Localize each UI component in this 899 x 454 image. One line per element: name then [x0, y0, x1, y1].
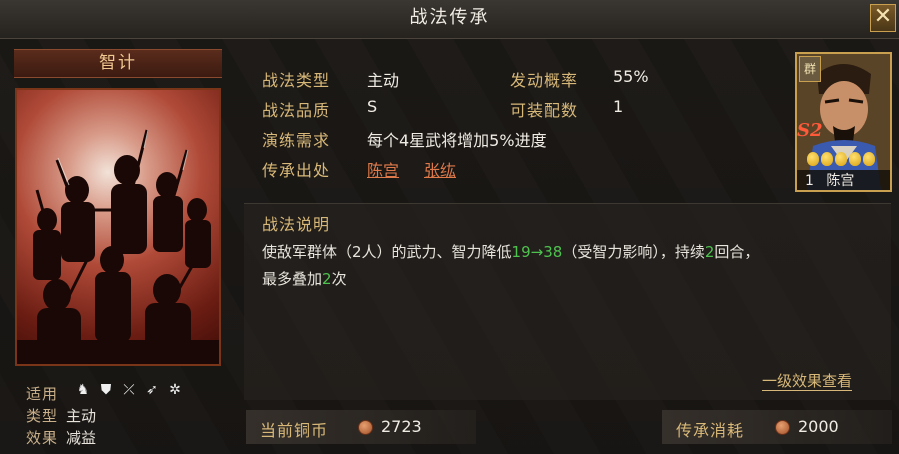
effect-label: 效果: [26, 429, 59, 447]
wheel-icon: ✲: [169, 382, 181, 398]
star-icon: [863, 152, 875, 166]
description-text: 使敌军群体（2人）的武力、智力降低: [262, 243, 512, 261]
effect-value: 减益: [66, 429, 97, 447]
star-icon: [835, 152, 847, 166]
hero-nameplate: 1 陈宫: [797, 170, 890, 190]
skill-name: 智计: [14, 49, 222, 78]
type-label: 类型: [26, 407, 59, 425]
hero-stars: [807, 152, 875, 166]
skill-type-label: 战法类型: [262, 71, 331, 90]
description-text: 最多叠加: [262, 270, 323, 288]
effect-row: 效果 减益: [26, 427, 96, 449]
trigger-rate-value: 55%: [613, 67, 649, 86]
skill-quality-label: 战法品质: [262, 101, 331, 120]
terrain-row: 适用 ♞ ⛊ ⤫ ➶ ✲: [26, 383, 181, 405]
equip-count-label: 可装配数: [510, 101, 579, 120]
season-badge: S2: [797, 120, 823, 141]
inherit-cost-label: 传承消耗: [676, 421, 745, 440]
window-title: 战法传承: [409, 7, 490, 28]
type-row: 类型 主动: [26, 405, 96, 427]
source-hero-link-chengong[interactable]: 陈宫: [367, 157, 399, 181]
spear-icon: ➶: [146, 382, 158, 398]
stack-count: 2: [322, 270, 332, 288]
description-line-2: 最多叠加2次: [262, 268, 347, 289]
type-value: 主动: [66, 407, 97, 425]
copper-coin-icon: [358, 420, 373, 435]
description-text: 次: [331, 270, 347, 288]
equip-count-value: 1: [613, 97, 624, 116]
shield-icon: ⛊: [100, 382, 112, 398]
turn-count: 2: [704, 243, 715, 261]
current-coins-value: 2723: [381, 417, 422, 436]
hero-portrait[interactable]: 群 S2 1 陈宫: [795, 52, 892, 192]
close-button[interactable]: ✕: [870, 4, 896, 32]
star-icon: [849, 152, 861, 166]
description-text: 回合，: [714, 243, 760, 261]
source-label: 传承出处: [262, 161, 331, 180]
copper-coin-icon: [775, 420, 790, 435]
description-text: （受智力影响），持续: [562, 243, 705, 261]
hero-level: 1: [805, 173, 814, 189]
inherit-cost-value: 2000: [798, 417, 839, 436]
star-icon: [807, 152, 819, 166]
cavalry-icon: ♞: [76, 382, 90, 398]
skill-quality-value: S: [367, 97, 378, 116]
source-hero-link-zhanghong[interactable]: 张纮: [424, 157, 456, 181]
practice-label: 演练需求: [262, 131, 331, 150]
bow-icon: ⤫: [123, 382, 135, 398]
trigger-rate-label: 发动概率: [510, 71, 579, 90]
value-from: 19: [511, 243, 531, 261]
terrain-icons: ♞ ⛊ ⤫ ➶ ✲: [76, 383, 182, 397]
description-title: 战法说明: [262, 215, 331, 234]
current-coins-label: 当前铜币: [260, 421, 329, 440]
hero-name: 陈宫: [826, 173, 855, 189]
skill-type-value: 主动: [367, 71, 400, 90]
description-panel: [244, 203, 891, 400]
warriors-silhouette-icon: [17, 129, 219, 364]
value-to: 38: [543, 243, 563, 261]
skill-art: [15, 88, 221, 366]
terrain-label: 适用: [26, 385, 59, 403]
star-icon: [821, 152, 833, 166]
faction-badge: 群: [799, 56, 821, 82]
description-line-1: 使敌军群体（2人）的武力、智力降低19→38（受智力影响），持续2回合，: [262, 241, 759, 262]
level-one-effect-link[interactable]: 一级效果查看: [762, 372, 853, 391]
arrow-icon: →: [530, 243, 544, 261]
practice-value: 每个4星武将增加5%进度: [367, 131, 547, 150]
